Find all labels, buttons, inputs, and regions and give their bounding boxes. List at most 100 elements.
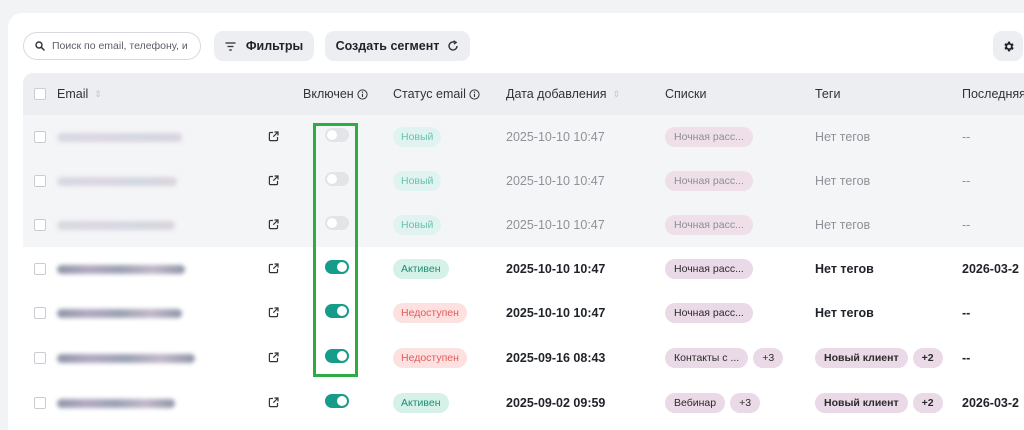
- email-redacted: [57, 308, 182, 318]
- list-chip[interactable]: Ночная расс...: [665, 127, 753, 147]
- toggle-knob: [337, 396, 347, 406]
- lists-cell: Ночная расс...: [665, 203, 758, 247]
- email-cell: [57, 381, 175, 425]
- search-field[interactable]: [23, 32, 201, 60]
- list-chip[interactable]: Ночная расс...: [665, 215, 753, 235]
- list-chip[interactable]: Контакты с ...: [665, 348, 749, 368]
- table-row[interactable]: Недоступен 2025-09-16 08:43 Контакты с ...…: [23, 336, 1024, 380]
- last-cell: --: [962, 130, 971, 144]
- external-link-icon[interactable]: [268, 175, 279, 186]
- status-cell: Новый: [393, 115, 442, 159]
- list-more-chip[interactable]: +3: [753, 348, 784, 368]
- row-checkbox[interactable]: [34, 131, 46, 143]
- filters-button[interactable]: Фильтры: [214, 31, 314, 61]
- lists-cell: Ночная расс...: [665, 159, 758, 203]
- no-tags-text: Нет тегов: [815, 174, 871, 188]
- list-more-chip[interactable]: +3: [730, 393, 761, 413]
- last-cell: --: [962, 306, 971, 320]
- column-lists[interactable]: Списки: [665, 73, 706, 115]
- status-cell: Активен: [393, 247, 449, 291]
- external-link-icon[interactable]: [268, 397, 279, 408]
- list-chip[interactable]: Вебинар: [665, 393, 726, 413]
- table-row[interactable]: Активен 2025-10-10 10:47 Ночная расс... Нет…: [23, 247, 1024, 291]
- tags-cell: Нет тегов: [815, 247, 874, 291]
- external-link-icon[interactable]: [268, 263, 279, 274]
- table-row[interactable]: Новый 2025-10-10 10:47 Ночная расс... Нет т…: [23, 115, 1024, 159]
- row-checkbox[interactable]: [34, 263, 46, 275]
- email-cell: [57, 336, 195, 380]
- column-last[interactable]: Последняя: [962, 73, 1024, 115]
- lists-cell: Вебинар +3: [665, 381, 765, 425]
- status-badge: Недоступен: [393, 348, 467, 368]
- date-cell: 2025-10-10 10:47: [506, 306, 606, 320]
- table-row[interactable]: Новый 2025-10-10 10:47 Ночная расс... Нет т…: [23, 159, 1024, 203]
- email-redacted: [57, 353, 195, 363]
- status-badge: Активен: [393, 259, 449, 279]
- row-checkbox[interactable]: [34, 307, 46, 319]
- tags-cell: Нет тегов: [815, 203, 870, 247]
- email-redacted: [57, 220, 175, 230]
- tags-cell: Нет тегов: [815, 291, 874, 335]
- last-cell: --: [962, 174, 971, 188]
- date-cell: 2025-10-10 10:47: [506, 174, 605, 188]
- email-cell: [57, 203, 175, 247]
- row-checkbox[interactable]: [34, 352, 46, 364]
- no-tags-text: Нет тегов: [815, 218, 871, 232]
- tag-more-chip[interactable]: +2: [912, 348, 943, 368]
- settings-button[interactable]: [993, 31, 1023, 61]
- tags-cell: Нет тегов: [815, 115, 870, 159]
- row-checkbox[interactable]: [34, 397, 46, 409]
- external-link-icon[interactable]: [268, 131, 279, 142]
- list-chip[interactable]: Ночная расс...: [665, 303, 753, 323]
- tags-cell: Новый клиент +2: [815, 336, 948, 380]
- column-last-label: Последняя: [962, 87, 1024, 101]
- column-tags[interactable]: Теги: [815, 73, 840, 115]
- filters-label: Фильтры: [245, 39, 304, 53]
- column-email[interactable]: Email ⇕: [57, 73, 102, 115]
- column-date-added[interactable]: Дата добавления ⇕: [506, 73, 620, 115]
- list-chip[interactable]: Ночная расс...: [665, 171, 753, 191]
- no-tags-text: Нет тегов: [815, 306, 874, 320]
- column-enabled-label: Включен: [303, 87, 354, 101]
- row-checkbox[interactable]: [34, 175, 46, 187]
- info-icon: [357, 88, 368, 100]
- date-cell: 2025-10-10 10:47: [506, 218, 605, 232]
- column-tags-label: Теги: [815, 87, 841, 101]
- column-enabled[interactable]: Включен: [303, 73, 368, 115]
- table-row[interactable]: Недоступен 2025-10-10 10:47 Ночная расс...…: [23, 291, 1024, 335]
- info-icon: [469, 88, 480, 100]
- tag-chip[interactable]: Новый клиент: [815, 393, 908, 413]
- select-all-checkbox[interactable]: [34, 88, 46, 100]
- email-redacted: [57, 132, 182, 142]
- status-cell: Недоступен: [393, 291, 467, 335]
- status-cell: Новый: [393, 159, 442, 203]
- gear-icon: [1003, 41, 1014, 51]
- table-row[interactable]: Активен 2025-09-02 09:59 Вебинар +3 Новый кл…: [23, 381, 1024, 425]
- create-segment-button[interactable]: Создать сегмент: [325, 31, 470, 61]
- row-checkbox[interactable]: [34, 219, 46, 231]
- sort-icon: ⇕: [94, 88, 102, 99]
- table-row[interactable]: Новый 2025-10-10 10:47 Ночная расс... Нет т…: [23, 203, 1024, 247]
- no-tags-text: Нет тегов: [815, 262, 874, 276]
- tag-chip[interactable]: Новый клиент: [815, 348, 908, 368]
- date-cell: 2025-10-10 10:47: [506, 262, 606, 276]
- date-cell: 2025-10-10 10:47: [506, 130, 605, 144]
- external-link-icon[interactable]: [268, 307, 279, 318]
- tag-more-chip[interactable]: +2: [912, 393, 943, 413]
- status-cell: Недоступен: [393, 336, 467, 380]
- lists-cell: Контакты с ... +3: [665, 336, 788, 380]
- column-lists-label: Списки: [665, 87, 707, 101]
- enabled-toggle[interactable]: [325, 394, 349, 408]
- list-chip[interactable]: Ночная расс...: [665, 259, 753, 279]
- external-link-icon[interactable]: [268, 352, 279, 363]
- external-link-icon[interactable]: [268, 219, 279, 230]
- status-badge: Активен: [393, 393, 449, 413]
- column-date-added-label: Дата добавления: [506, 87, 607, 101]
- last-cell: --: [962, 218, 971, 232]
- email-cell: [57, 159, 177, 203]
- lists-cell: Ночная расс...: [665, 291, 758, 335]
- column-email-status[interactable]: Статус email: [393, 73, 480, 115]
- search-input[interactable]: [52, 40, 192, 52]
- column-email-label: Email: [57, 87, 89, 101]
- lists-cell: Ночная расс...: [665, 115, 758, 159]
